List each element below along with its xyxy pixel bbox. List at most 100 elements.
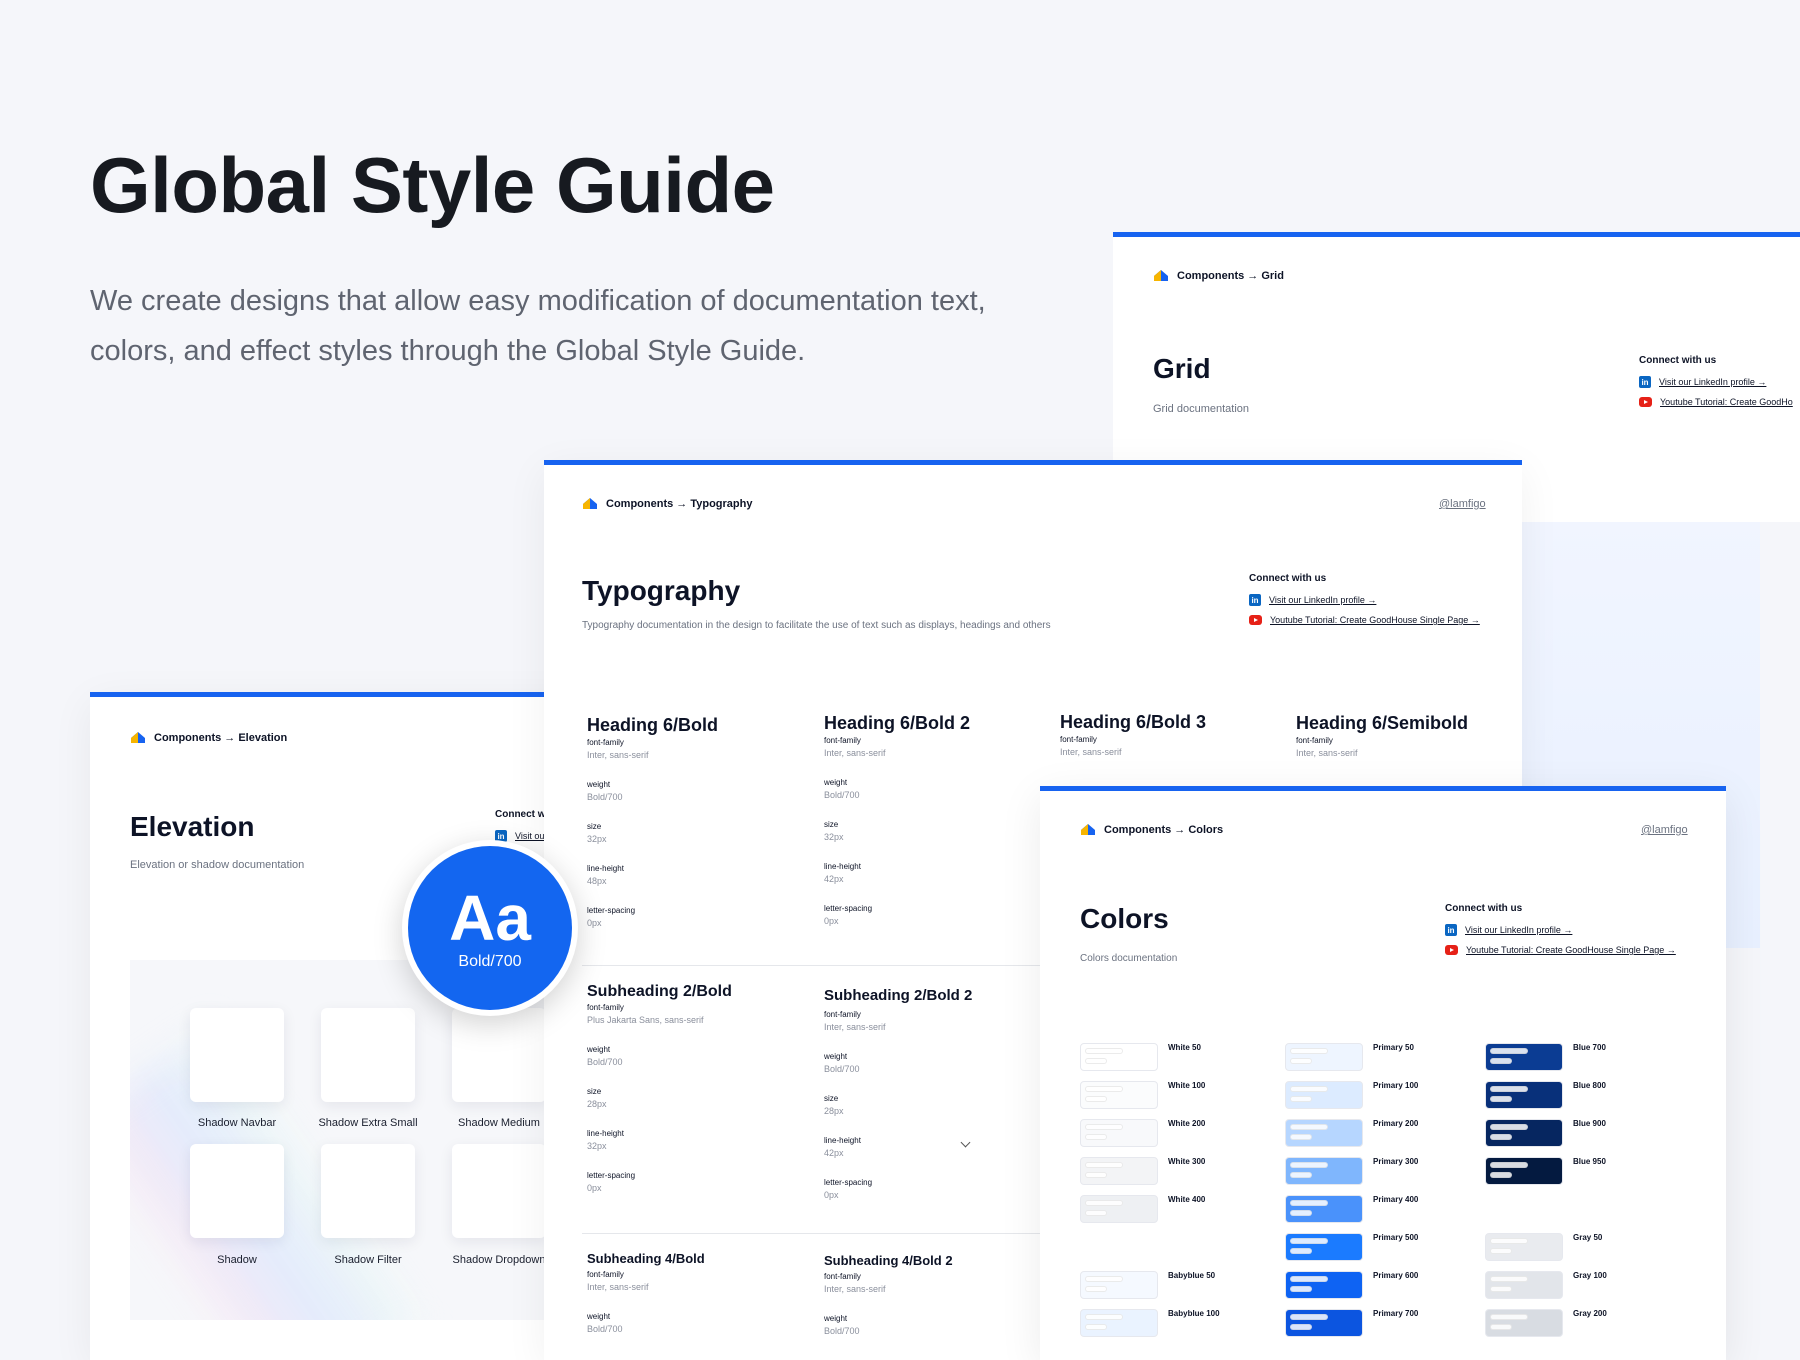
page-subtitle: Elevation or shadow documentation xyxy=(130,859,305,871)
type-spec-heading-6-bold-3: Heading 6/Bold 3 font-family Inter, sans… xyxy=(1060,712,1207,757)
breadcrumb[interactable]: Components → Elevation xyxy=(130,731,287,744)
swatch-chip xyxy=(1080,1309,1158,1337)
shadow-navbar-preview xyxy=(190,1008,284,1102)
swatch-chip xyxy=(1285,1233,1363,1261)
color-swatch[interactable]: Gray 50 xyxy=(1485,1233,1602,1261)
shadow-label: Shadow Extra Small xyxy=(318,1117,418,1129)
color-swatch[interactable]: Primary 50 xyxy=(1285,1043,1414,1071)
color-swatch[interactable]: White 100 xyxy=(1080,1081,1205,1109)
color-swatch[interactable]: Blue 900 xyxy=(1485,1119,1606,1147)
color-swatch[interactable]: Primary 100 xyxy=(1285,1081,1418,1109)
swatch-name: Babyblue 100 xyxy=(1168,1309,1220,1318)
shadow-label: Shadow Filter xyxy=(334,1254,402,1266)
swatch-name: Primary 700 xyxy=(1373,1309,1419,1318)
color-swatch[interactable]: White 200 xyxy=(1080,1119,1205,1147)
swatch-chip xyxy=(1080,1043,1158,1071)
color-swatch[interactable]: Primary 200 xyxy=(1285,1119,1418,1147)
breadcrumb[interactable]: Components → Grid xyxy=(1153,269,1284,282)
color-swatch[interactable]: Blue 800 xyxy=(1485,1081,1606,1109)
page-subtitle: Typography documentation in the design t… xyxy=(582,620,1051,631)
connect-section: Connect with us in Visit our LinkedIn pro… xyxy=(1639,355,1793,416)
type-weight-label: Bold/700 xyxy=(458,953,522,970)
shadow-label: Shadow Navbar xyxy=(197,1117,277,1129)
swatch-chip xyxy=(1485,1309,1563,1337)
breadcrumb-text: Components → Colors xyxy=(1104,823,1224,836)
color-swatch[interactable]: Primary 500 xyxy=(1285,1233,1418,1261)
linkedin-icon: in xyxy=(1249,594,1261,606)
color-swatch[interactable]: Babyblue 100 xyxy=(1080,1309,1220,1337)
brand-logo-icon xyxy=(1080,823,1096,836)
linkedin-link[interactable]: in Visit our LinkedIn profile → xyxy=(1639,376,1793,388)
connect-heading: Connect with us xyxy=(1249,573,1327,584)
color-swatch[interactable]: Primary 300 xyxy=(1285,1157,1418,1185)
type-spec-subheading-4-bold: Subheading 4/Bold font-family Inter, san… xyxy=(587,1251,705,1334)
page-title: Elevation xyxy=(130,811,255,842)
youtube-link[interactable]: Youtube Tutorial: Create GoodHouse Singl… xyxy=(1249,615,1480,625)
swatch-name: Blue 700 xyxy=(1573,1043,1606,1052)
swatch-chip xyxy=(1485,1157,1563,1185)
color-swatch[interactable]: White 300 xyxy=(1080,1157,1205,1185)
author-handle-link[interactable]: @lamfigo xyxy=(1641,824,1688,836)
breadcrumb-text: Components → Elevation xyxy=(154,731,288,744)
type-spec-subheading-2-bold: Subheading 2/Bold font-family Plus Jakar… xyxy=(587,983,732,1193)
swatch-name: White 300 xyxy=(1168,1157,1206,1166)
type-spec-heading-6-semibold: Heading 6/Semibold font-family Inter, sa… xyxy=(1296,713,1469,758)
shadow-dropdown-preview xyxy=(452,1144,546,1238)
color-swatch[interactable]: Primary 400 xyxy=(1285,1195,1418,1223)
swatch-name: Gray 200 xyxy=(1573,1309,1607,1318)
color-swatch[interactable]: Gray 100 xyxy=(1485,1271,1607,1299)
color-swatch[interactable]: Gray 200 xyxy=(1485,1309,1607,1337)
color-swatch[interactable]: White 400 xyxy=(1080,1195,1205,1223)
swatch-chip xyxy=(1285,1195,1363,1223)
linkedin-icon: in xyxy=(1639,376,1651,388)
swatch-name: Primary 600 xyxy=(1373,1271,1419,1280)
swatch-chip xyxy=(1080,1081,1158,1109)
swatch-chip xyxy=(1485,1081,1563,1109)
color-swatch[interactable]: Babyblue 50 xyxy=(1080,1271,1215,1299)
swatch-name: Gray 100 xyxy=(1573,1271,1607,1280)
color-swatch[interactable]: Primary 700 xyxy=(1285,1309,1418,1337)
brand-logo-icon xyxy=(1153,269,1169,282)
linkedin-icon: in xyxy=(1445,924,1457,936)
linkedin-link[interactable]: in Visit our LinkedIn profile → xyxy=(1249,594,1480,606)
page-subtitle: Grid documentation xyxy=(1153,403,1249,415)
swatch-chip xyxy=(1080,1119,1158,1147)
youtube-link[interactable]: Youtube Tutorial: Create GoodHouse Singl… xyxy=(1445,945,1676,955)
swatch-name: Babyblue 50 xyxy=(1168,1271,1216,1280)
swatch-name: Primary 100 xyxy=(1373,1081,1419,1090)
swatch-chip xyxy=(1285,1271,1363,1299)
color-swatch[interactable]: Primary 600 xyxy=(1285,1271,1418,1299)
youtube-icon xyxy=(1249,615,1262,625)
shadow-preview xyxy=(190,1144,284,1238)
swatch-name: Gray 50 xyxy=(1573,1233,1603,1242)
connect-section: Connect with us in Visit our LinkedIn pro… xyxy=(1445,903,1676,964)
type-spec-subheading-4-bold-2: Subheading 4/Bold 2 font-family Inter, s… xyxy=(824,1253,953,1336)
shadow-medium-preview xyxy=(452,1008,546,1102)
youtube-icon xyxy=(1639,397,1652,407)
connect-section: Connect with us in Visit our LinkedIn pro… xyxy=(1249,573,1480,634)
swatch-chip xyxy=(1080,1157,1158,1185)
swatch-chip xyxy=(1080,1195,1158,1223)
swatch-chip xyxy=(1485,1271,1563,1299)
color-swatch[interactable]: Blue 700 xyxy=(1485,1043,1606,1071)
swatch-name: Primary 200 xyxy=(1373,1119,1419,1128)
linkedin-link[interactable]: in Visit our LinkedIn profile → xyxy=(1445,924,1676,936)
author-handle-link[interactable]: @lamfigo xyxy=(1439,498,1486,510)
breadcrumb[interactable]: Components → Colors xyxy=(1080,823,1223,836)
swatch-name: Primary 500 xyxy=(1373,1233,1419,1242)
swatch-name: Primary 50 xyxy=(1373,1043,1414,1052)
color-swatch[interactable]: White 50 xyxy=(1080,1043,1201,1071)
shadow-extra-small-preview xyxy=(321,1008,415,1102)
page-title: Colors xyxy=(1080,903,1169,934)
swatch-chip xyxy=(1080,1271,1158,1299)
type-spec-heading-6-bold: Heading 6/Bold font-family Inter, sans-s… xyxy=(587,715,719,928)
type-spec-subheading-2-bold-2: Subheading 2/Bold 2 font-family Inter, s… xyxy=(824,987,973,1200)
color-swatch[interactable]: Blue 950 xyxy=(1485,1157,1606,1185)
youtube-link[interactable]: Youtube Tutorial: Create GoodHo xyxy=(1639,397,1793,407)
breadcrumb-text: Components → Typography xyxy=(606,497,753,510)
swatch-name: Primary 400 xyxy=(1373,1195,1419,1204)
swatch-name: Blue 800 xyxy=(1573,1081,1606,1090)
swatch-name: Primary 300 xyxy=(1373,1157,1419,1166)
breadcrumb[interactable]: Components → Typography xyxy=(582,497,752,510)
swatch-chip xyxy=(1485,1043,1563,1071)
